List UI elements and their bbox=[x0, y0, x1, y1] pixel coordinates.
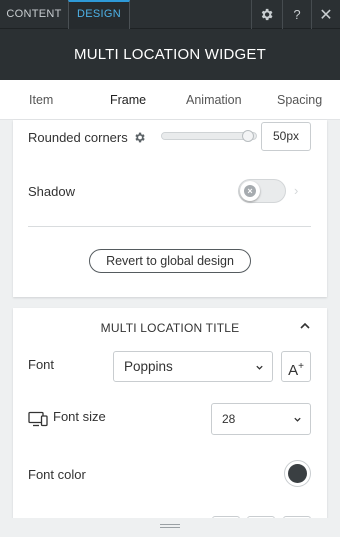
chevron-up-icon[interactable] bbox=[299, 320, 311, 332]
font-color-picker[interactable] bbox=[284, 460, 311, 487]
font-family-value: Poppins bbox=[124, 359, 173, 374]
add-font-button[interactable]: A+ bbox=[281, 351, 311, 382]
rounded-corners-input[interactable]: 50px bbox=[261, 122, 311, 151]
settings-button[interactable] bbox=[251, 0, 280, 29]
top-tab-bar: CONTENT DESIGN ? ✕ bbox=[0, 0, 340, 29]
slider-thumb[interactable] bbox=[242, 130, 255, 142]
panel-bottom-bar bbox=[0, 518, 340, 537]
chevron-down-icon bbox=[294, 417, 301, 422]
tab-design[interactable]: DESIGN bbox=[68, 0, 130, 29]
shadow-toggle[interactable]: × bbox=[238, 179, 286, 203]
shadow-label: Shadow bbox=[28, 184, 75, 199]
tab-content[interactable]: CONTENT bbox=[0, 0, 68, 29]
chevron-down-icon bbox=[256, 365, 263, 370]
close-button[interactable]: ✕ bbox=[311, 0, 340, 29]
panel-title: MULTI LOCATION WIDGET bbox=[74, 46, 266, 63]
panel-header: MULTI LOCATION WIDGET bbox=[0, 29, 340, 80]
design-sub-tabs: Item Frame Animation Spacing bbox=[0, 80, 340, 120]
add-font-letter: A bbox=[288, 362, 299, 379]
responsive-devices-icon[interactable] bbox=[28, 411, 48, 427]
add-font-plus: + bbox=[298, 361, 304, 372]
revert-to-global-button[interactable]: Revert to global design bbox=[89, 249, 251, 273]
font-label: Font bbox=[28, 357, 55, 372]
gear-icon bbox=[261, 8, 272, 21]
tab-spacing[interactable]: Spacing bbox=[277, 80, 322, 120]
title-settings-card: MULTI LOCATION TITLE Font Poppins A+ Fon… bbox=[13, 308, 327, 523]
toggle-knob: × bbox=[240, 181, 260, 201]
frame-settings-card: Rounded corners 50px Shadow × › Revert t… bbox=[13, 120, 327, 297]
tab-animation[interactable]: Animation bbox=[186, 80, 242, 120]
font-family-select[interactable]: Poppins bbox=[113, 351, 273, 382]
rounded-corners-label: Rounded corners bbox=[28, 130, 128, 145]
font-size-select[interactable]: 28 bbox=[211, 403, 311, 435]
divider bbox=[28, 226, 311, 227]
font-color-swatch bbox=[288, 464, 307, 483]
font-size-label: Font size bbox=[53, 409, 106, 424]
resize-handle[interactable] bbox=[160, 524, 180, 530]
help-button[interactable]: ? bbox=[282, 0, 311, 29]
font-size-value: 28 bbox=[222, 412, 236, 426]
slider-fill bbox=[162, 133, 249, 139]
font-color-label: Font color bbox=[28, 467, 86, 482]
gear-icon[interactable] bbox=[133, 131, 146, 144]
rounded-corners-slider[interactable] bbox=[161, 130, 257, 142]
off-x-icon: × bbox=[244, 185, 256, 197]
tab-frame[interactable]: Frame bbox=[110, 80, 146, 120]
chevron-right-icon[interactable]: › bbox=[294, 183, 298, 198]
tab-item[interactable]: Item bbox=[29, 80, 53, 120]
section-title: MULTI LOCATION TITLE bbox=[100, 321, 240, 335]
